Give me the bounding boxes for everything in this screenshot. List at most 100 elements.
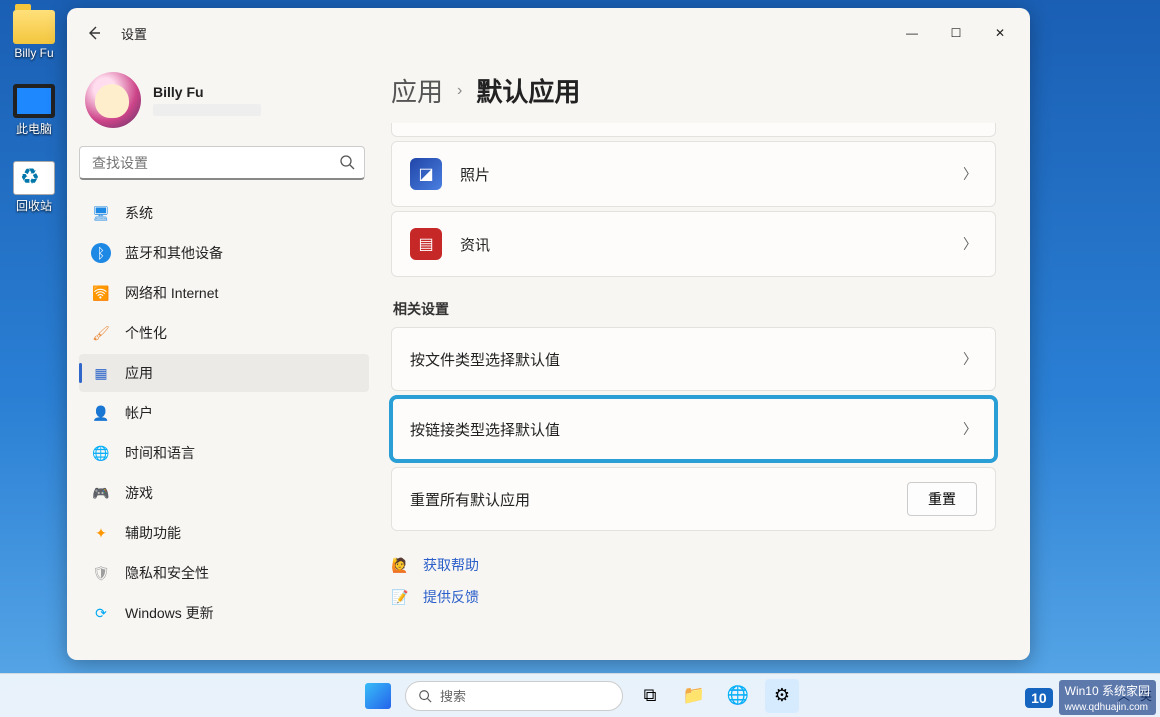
folder-icon [13, 10, 55, 44]
help-icon: 🙋 [391, 557, 409, 574]
photos-app-icon: ◪ [410, 158, 442, 190]
sidebar-item-system[interactable]: 🖥 系统 [79, 194, 369, 232]
row-label: 按文件类型选择默认值 [410, 349, 963, 370]
app-title: 设置 [121, 24, 147, 43]
sidebar-item-bluetooth[interactable]: ᛒ 蓝牙和其他设备 [79, 234, 369, 272]
reset-button[interactable]: 重置 [907, 482, 977, 516]
taskbar-edge[interactable]: 🌐 [721, 679, 755, 713]
nav-list: 🖥系统 ᛒ蓝牙和其他设备 🛜网络和 Internet 🖌个性化 ▦应用 👤帐户 … [79, 194, 369, 632]
chevron-right-icon: 〉 [963, 419, 977, 439]
avatar [85, 72, 141, 128]
link-give-feedback[interactable]: 📝 提供反馈 [391, 587, 996, 607]
sidebar-item-label: 游戏 [125, 483, 153, 503]
desktop-icons: Billy Fu 此电脑 回收站 [10, 10, 58, 238]
taskbar-explorer[interactable]: 📁 [677, 679, 711, 713]
news-app-icon: ▤ [410, 228, 442, 260]
gamepad-icon: 🎮 [91, 483, 111, 503]
taskbar-search[interactable]: 搜索 [405, 681, 623, 711]
sidebar-item-label: 应用 [125, 363, 153, 383]
minimize-button[interactable]: — [890, 19, 934, 47]
sidebar-item-label: Windows 更新 [125, 603, 214, 623]
sidebar-item-privacy[interactable]: 🛡 隐私和安全性 [79, 554, 369, 592]
breadcrumb: 应用 › 默认应用 [391, 72, 996, 109]
desktop-this-pc[interactable]: 此电脑 [10, 84, 58, 137]
main-panel: 应用 › 默认应用 ◪ 照片 〉 ▤ 资讯 〉 相关设置 按文件类型选择默认值 … [377, 58, 1030, 660]
row-choose-by-linktype[interactable]: 按链接类型选择默认值 〉 [391, 397, 996, 461]
brush-icon: 🖌 [91, 323, 111, 343]
sidebar-item-time-language[interactable]: 🌐 时间和语言 [79, 434, 369, 472]
back-button[interactable] [81, 20, 107, 46]
search-box[interactable] [79, 146, 365, 180]
bluetooth-icon: ᛒ [91, 243, 111, 263]
breadcrumb-parent[interactable]: 应用 [391, 72, 443, 109]
update-icon: ⟳ [91, 603, 111, 623]
row-label: 按链接类型选择默认值 [410, 419, 963, 440]
page-title: 默认应用 [476, 72, 580, 109]
titlebar[interactable]: 设置 — ☐ ✕ [67, 8, 1030, 58]
icon-label: 回收站 [16, 197, 52, 214]
sidebar-item-label: 网络和 Internet [125, 283, 218, 303]
wifi-icon: 🛜 [91, 283, 111, 303]
card-label: 照片 [460, 164, 963, 185]
search-icon [418, 689, 432, 703]
accessibility-icon: ✦ [91, 523, 111, 543]
feedback-icon: 📝 [391, 589, 409, 606]
windows-logo-icon [365, 683, 391, 709]
profile-email-redacted [153, 104, 261, 116]
sidebar-item-gaming[interactable]: 🎮 游戏 [79, 474, 369, 512]
chevron-right-icon: 〉 [963, 349, 977, 369]
sidebar-item-personalization[interactable]: 🖌 个性化 [79, 314, 369, 352]
chevron-right-icon: 〉 [963, 164, 977, 184]
chevron-right-icon: 〉 [963, 234, 977, 254]
chevron-right-icon: › [457, 82, 462, 100]
sidebar-item-accounts[interactable]: 👤 帐户 [79, 394, 369, 432]
start-button[interactable] [361, 679, 395, 713]
shield-icon: 🛡 [91, 563, 111, 583]
help-links: 🙋 获取帮助 📝 提供反馈 [391, 555, 996, 607]
row-reset-defaults: 重置所有默认应用 重置 [391, 467, 996, 531]
sidebar-item-label: 隐私和安全性 [125, 563, 209, 583]
taskbar-settings[interactable]: ⚙ [765, 679, 799, 713]
sidebar-item-label: 个性化 [125, 323, 167, 343]
profile-block[interactable]: Billy Fu [79, 66, 369, 134]
close-button[interactable]: ✕ [978, 19, 1022, 47]
sidebar-item-label: 蓝牙和其他设备 [125, 243, 223, 263]
taskbar[interactable]: 搜索 ⧉ 📁 🌐 ⚙ ︿ 英 [0, 673, 1160, 717]
task-view-button[interactable]: ⧉ [633, 679, 667, 713]
display-icon: 🖥 [91, 203, 111, 223]
person-icon: 👤 [91, 403, 111, 423]
watermark: 10 Win10 系统家园www.qdhuajin.com [1025, 680, 1156, 715]
row-choose-by-filetype[interactable]: 按文件类型选择默认值 〉 [391, 327, 996, 391]
row-label: 重置所有默认应用 [410, 489, 907, 510]
profile-name: Billy Fu [153, 84, 261, 100]
card-label: 资讯 [460, 234, 963, 255]
sidebar-item-label: 时间和语言 [125, 443, 195, 463]
arrow-left-icon [86, 25, 102, 41]
link-get-help[interactable]: 🙋 获取帮助 [391, 555, 996, 575]
icon-label: 此电脑 [16, 120, 52, 137]
globe-icon: 🌐 [91, 443, 111, 463]
sidebar-item-accessibility[interactable]: ✦辅助功能 [79, 514, 369, 552]
desktop-folder-billyfu[interactable]: Billy Fu [10, 10, 58, 60]
sidebar-item-windows-update[interactable]: ⟳ Windows 更新 [79, 594, 369, 632]
default-app-news[interactable]: ▤ 资讯 〉 [391, 211, 996, 277]
sidebar: Billy Fu 🖥 系统 ᛒ 蓝牙和其他设备 🛜 网络和 Internet 🖌 个性化… [67, 58, 377, 660]
maximize-button[interactable]: ☐ [934, 19, 978, 47]
search-icon[interactable] [339, 154, 355, 175]
partial-card-above[interactable] [391, 123, 996, 137]
sidebar-item-label: 帐户 [125, 403, 153, 423]
sidebar-item-label: 系统 [125, 203, 153, 223]
icon-label: Billy Fu [14, 46, 53, 60]
section-related-settings: 相关设置 [393, 299, 996, 319]
watermark-text: Win10 系统家园www.qdhuajin.com [1059, 680, 1156, 715]
desktop-recycle-bin[interactable]: 回收站 [10, 161, 58, 214]
link-label: 提供反馈 [423, 587, 479, 607]
default-app-photos[interactable]: ◪ 照片 〉 [391, 141, 996, 207]
taskbar-search-placeholder: 搜索 [440, 686, 466, 705]
pc-icon [13, 84, 55, 118]
sidebar-item-network[interactable]: 🛜 网络和 Internet [79, 274, 369, 312]
recycle-icon [13, 161, 55, 195]
sidebar-item-apps[interactable]: ▦应用 [79, 354, 369, 392]
link-label: 获取帮助 [423, 555, 479, 575]
search-input[interactable] [79, 146, 365, 180]
